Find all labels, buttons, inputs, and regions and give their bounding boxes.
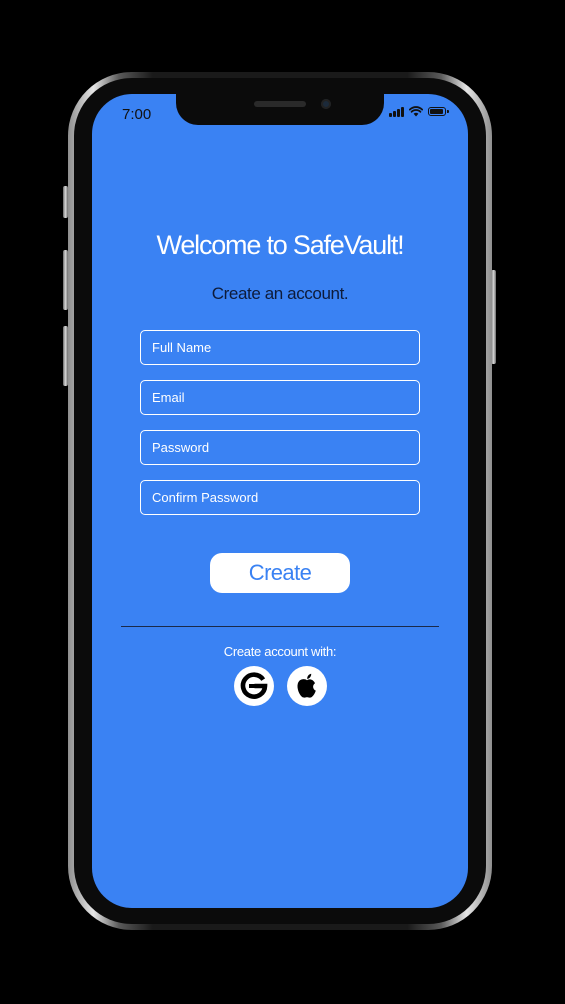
google-icon — [240, 672, 268, 699]
apple-signup-button[interactable] — [287, 666, 327, 706]
status-icons — [389, 106, 449, 117]
email-input[interactable] — [140, 380, 420, 415]
full-name-input[interactable] — [140, 330, 420, 365]
page-title: Welcome to SafeVault! — [156, 230, 405, 260]
wifi-icon — [409, 106, 423, 117]
create-button[interactable]: Create — [210, 553, 350, 593]
front-camera — [321, 99, 331, 109]
status-time: 7:00 — [122, 106, 152, 123]
divider — [121, 626, 439, 627]
battery-icon — [428, 107, 449, 116]
apple-icon — [297, 673, 316, 698]
page-subtitle: Create an account. — [211, 284, 349, 303]
confirm-password-input[interactable] — [140, 480, 420, 515]
google-signup-button[interactable] — [234, 666, 274, 706]
cellular-signal-icon — [389, 106, 404, 117]
phone-screen: 7:00 Welcome to SafeVault! Create an acc… — [92, 94, 468, 908]
social-signup-label: Create account with: — [223, 644, 337, 659]
speaker-grille — [254, 101, 306, 107]
notch — [176, 94, 384, 125]
password-input[interactable] — [140, 430, 420, 465]
device-mockup: 7:00 Welcome to SafeVault! Create an acc… — [0, 0, 565, 1004]
